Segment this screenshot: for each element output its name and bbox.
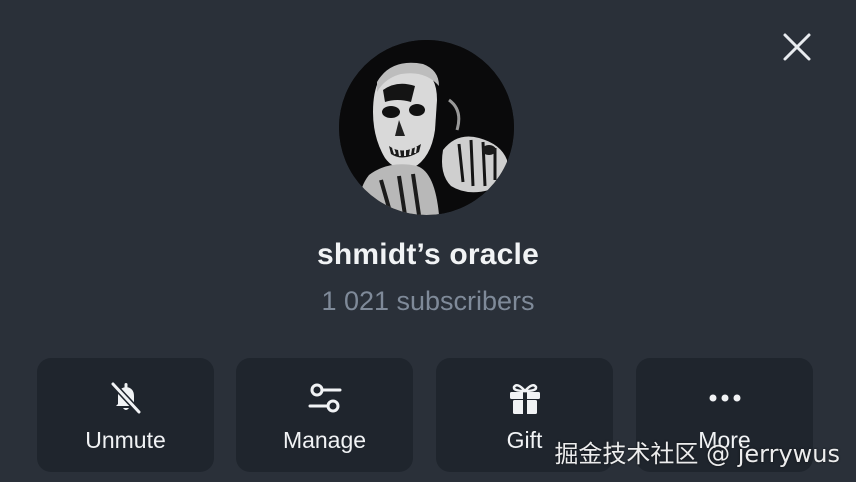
more-dots-icon (705, 378, 745, 418)
unmute-button[interactable]: Unmute (37, 358, 214, 472)
action-bar: Unmute Manage Gift More (37, 358, 819, 472)
sliders-icon (305, 378, 345, 418)
channel-name: shmidt’s oracle (317, 238, 539, 271)
gift-label: Gift (506, 427, 543, 453)
channel-info-panel: shmidt’s oracle 1 021 subscribers Unmute (0, 0, 856, 482)
more-button[interactable]: More (636, 358, 813, 472)
bell-off-icon (106, 378, 146, 418)
close-icon (783, 33, 811, 61)
channel-avatar (339, 40, 514, 215)
manage-button[interactable]: Manage (236, 358, 413, 472)
subscriber-count: 1 021 subscribers (321, 286, 535, 316)
gift-button[interactable]: Gift (436, 358, 613, 472)
close-button[interactable] (777, 27, 817, 67)
more-label: More (698, 427, 751, 453)
manage-label: Manage (282, 427, 367, 453)
unmute-label: Unmute (85, 427, 166, 453)
gift-icon (505, 378, 545, 418)
